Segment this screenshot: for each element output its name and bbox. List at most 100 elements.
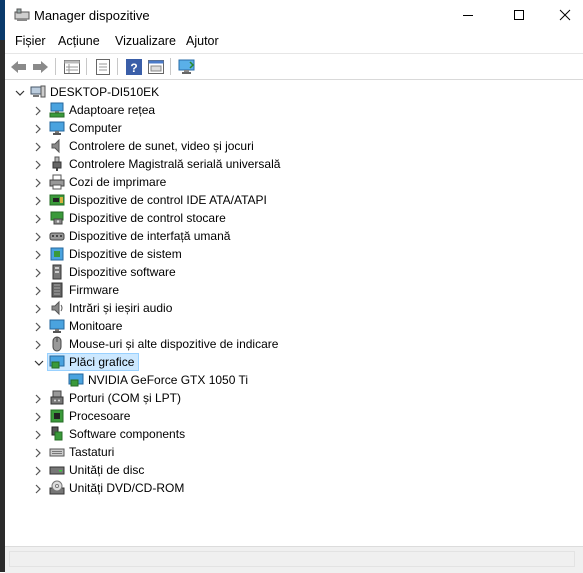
close-button[interactable]: [542, 0, 583, 30]
audio-io-icon: [49, 300, 65, 316]
device-tree: DESKTOP-DI510EK Adaptoare rețea Computer Co…: [5, 83, 583, 545]
tree-category[interactable]: Controlere de sunet, video și jocuri: [5, 137, 583, 155]
tree-item-label: Dispozitive de control stocare: [69, 211, 226, 225]
document-icon[interactable]: [93, 57, 112, 76]
tree-category[interactable]: Intrări și ieșiri audio: [5, 299, 583, 317]
processor-icon: [49, 408, 65, 424]
menu-file[interactable]: Fișier: [15, 34, 46, 48]
status-panel: [9, 551, 575, 567]
menu-help[interactable]: Ajutor: [186, 34, 219, 48]
tree-category[interactable]: Monitoare: [5, 317, 583, 335]
disk-drive-icon: [49, 462, 65, 478]
chevron-right-icon[interactable]: [34, 249, 43, 260]
monitor-scan-icon[interactable]: [177, 57, 196, 76]
tree-item-label: Dispozitive de control IDE ATA/ATAPI: [69, 193, 267, 207]
tree-category[interactable]: Dispozitive de interfață umană: [5, 227, 583, 245]
tree-category[interactable]: Dispozitive de control IDE ATA/ATAPI: [5, 191, 583, 209]
window-title: Manager dispozitive: [34, 8, 150, 23]
ide-controller-icon: [49, 192, 65, 208]
help-icon[interactable]: ?: [124, 57, 143, 76]
software-component-icon: [49, 426, 65, 442]
dvd-drive-icon: [49, 480, 65, 496]
keyboard-icon: [49, 444, 65, 460]
tree-category[interactable]: Controlere Magistrală serială universală: [5, 155, 583, 173]
forward-arrow-icon[interactable]: [31, 57, 50, 76]
tree-item-label: Porturi (COM și LPT): [69, 391, 182, 405]
tree-item-label: Unități DVD/CD-ROM: [69, 481, 185, 495]
chevron-right-icon[interactable]: [34, 177, 43, 188]
minimize-button[interactable]: [445, 0, 491, 30]
computer-icon: [49, 120, 65, 136]
chevron-right-icon[interactable]: [34, 285, 43, 296]
title-bar: Manager dispozitive: [5, 0, 583, 30]
root-computer-icon: [30, 84, 46, 100]
chevron-right-icon[interactable]: [34, 105, 43, 116]
chevron-right-icon[interactable]: [34, 267, 43, 278]
firmware-icon: [49, 282, 65, 298]
maximize-button[interactable]: [496, 0, 542, 30]
chevron-down-icon[interactable]: [15, 87, 25, 97]
storage-controller-icon: [49, 210, 65, 226]
tree-category[interactable]: Dispozitive de control stocare: [5, 209, 583, 227]
usb-icon: [49, 156, 65, 172]
tree-category[interactable]: Adaptoare rețea: [5, 101, 583, 119]
properties-grid-icon[interactable]: [62, 57, 81, 76]
tree-category[interactable]: Unități DVD/CD-ROM: [5, 479, 583, 497]
svg-text:?: ?: [130, 61, 137, 75]
chevron-right-icon[interactable]: [34, 213, 43, 224]
chevron-right-icon[interactable]: [34, 393, 43, 404]
status-bar: [5, 546, 583, 573]
tree-category[interactable]: Software components: [5, 425, 583, 443]
tree-category[interactable]: Tastaturi: [5, 443, 583, 461]
tree-item-label: Plăci grafice: [69, 355, 135, 369]
menu-action[interactable]: Acțiune: [58, 34, 100, 48]
tree-item-label: Software components: [69, 427, 186, 441]
toolbar-separator: [55, 58, 56, 75]
speaker-icon: [49, 138, 65, 154]
chevron-right-icon[interactable]: [34, 159, 43, 170]
chevron-right-icon[interactable]: [34, 411, 43, 422]
chevron-right-icon[interactable]: [34, 141, 43, 152]
tree-category[interactable]: Dispozitive de sistem: [5, 245, 583, 263]
tree-category[interactable]: Firmware: [5, 281, 583, 299]
network-icon: [49, 102, 65, 118]
tree-item-label: DESKTOP-DI510EK: [50, 85, 160, 99]
software-device-icon: [49, 264, 65, 280]
back-arrow-icon[interactable]: [9, 57, 28, 76]
tree-category[interactable]: Procesoare: [5, 407, 583, 425]
tree-item-label: Mouse-uri și alte dispozitive de indicar…: [69, 337, 279, 351]
chevron-right-icon[interactable]: [34, 339, 43, 350]
tree-item-label: Controlere Magistrală serială universală: [69, 157, 281, 171]
tree-category[interactable]: Unități de disc: [5, 461, 583, 479]
monitor-icon: [49, 318, 65, 334]
chevron-right-icon[interactable]: [34, 483, 43, 494]
chevron-down-icon[interactable]: [34, 357, 44, 367]
chevron-right-icon[interactable]: [34, 123, 43, 134]
tree-category[interactable]: Dispozitive software: [5, 263, 583, 281]
tree-item-label: Intrări și ieșiri audio: [69, 301, 173, 315]
tree-root[interactable]: DESKTOP-DI510EK: [5, 83, 583, 101]
tree-item-label: Unități de disc: [69, 463, 145, 477]
tree-category[interactable]: Porturi (COM și LPT): [5, 389, 583, 407]
tree-item-label: Procesoare: [69, 409, 131, 423]
toolbar-separator: [117, 58, 118, 75]
chevron-right-icon[interactable]: [34, 303, 43, 314]
tree-item-label: Dispozitive de sistem: [69, 247, 182, 261]
tree-category[interactable]: Computer: [5, 119, 583, 137]
chevron-right-icon[interactable]: [34, 465, 43, 476]
menu-view[interactable]: Vizualizare: [115, 34, 176, 48]
display-adapter-icon: [68, 372, 84, 388]
port-icon: [49, 390, 65, 406]
panel-icon[interactable]: [146, 57, 165, 76]
tree-device[interactable]: NVIDIA GeForce GTX 1050 Ti: [5, 371, 583, 389]
chevron-right-icon[interactable]: [34, 231, 43, 242]
tree-item-label: Computer: [69, 121, 122, 135]
chevron-right-icon[interactable]: [34, 195, 43, 206]
chevron-right-icon[interactable]: [34, 321, 43, 332]
display-adapter-icon: [49, 354, 65, 370]
tree-category[interactable]: Cozi de imprimare: [5, 173, 583, 191]
tree-category[interactable]: Plăci grafice: [5, 353, 583, 371]
tree-category[interactable]: Mouse-uri și alte dispozitive de indicar…: [5, 335, 583, 353]
chevron-right-icon[interactable]: [34, 429, 43, 440]
chevron-right-icon[interactable]: [34, 447, 43, 458]
